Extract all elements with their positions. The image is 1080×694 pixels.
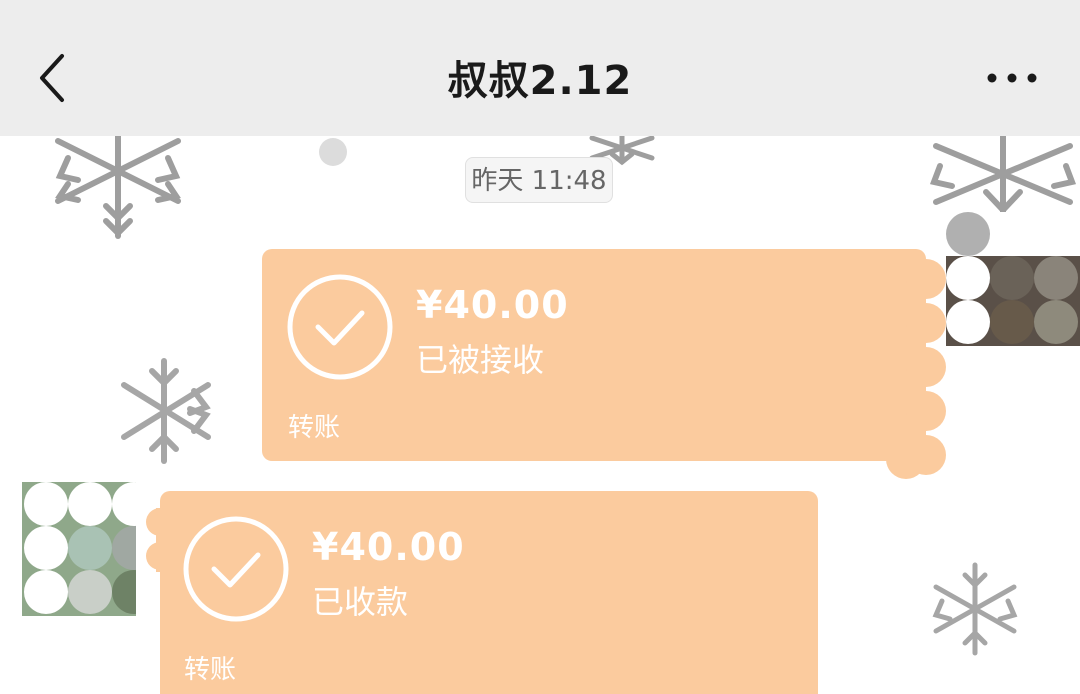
transfer-card-incoming[interactable]: ¥40.00 已收款 转账 [160,491,818,694]
nav-bar: 叔叔2.12 [0,0,1080,136]
snowflake-icon [932,562,1018,656]
check-circle-icon [183,516,289,622]
transfer-label: 转账 [288,413,341,443]
avatar-image [946,212,1080,346]
snowflake-icon [929,136,1077,216]
decor-dot [319,138,347,166]
bubble-tail-incoming [146,508,166,572]
transfer-status: 已被接收 [416,341,545,379]
snowflake-icon [121,358,211,464]
more-dots-icon [987,73,1037,83]
bubble-tail-outgoing [866,259,946,479]
transfer-amount: ¥40.00 [312,525,465,569]
avatar-contact[interactable] [22,482,136,616]
avatar-self[interactable] [946,212,1080,346]
snowflake-icon [55,136,181,239]
transfer-status: 已收款 [312,583,409,621]
transfer-card-outgoing[interactable]: ¥40.00 已被接收 转账 [262,249,926,461]
avatar-image [22,482,136,616]
more-button[interactable] [984,58,1040,98]
transfer-label: 转账 [184,655,237,685]
page-title: 叔叔2.12 [447,58,633,104]
transfer-amount: ¥40.00 [416,283,569,327]
chat-screen: 叔叔2.12 昨天 11:48 ¥40.00 已被接收 转账 ¥40.00 已收… [0,0,1080,694]
check-circle-icon [287,274,393,380]
message-timestamp: 昨天 11:48 [465,157,613,203]
